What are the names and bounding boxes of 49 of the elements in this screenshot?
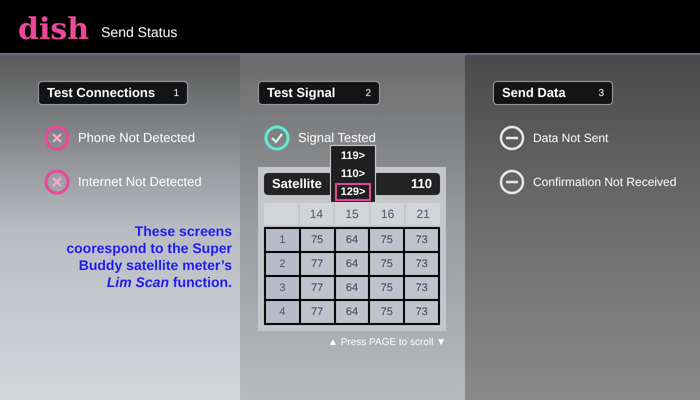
dropdown-option[interactable]: 119>	[334, 147, 372, 165]
step-number: 3	[598, 86, 604, 100]
scroll-hint: ▲ Press PAGE to scroll ▼	[327, 336, 446, 350]
column-header: 14	[300, 203, 334, 225]
logo: dish	[18, 15, 90, 45]
table-cell: 64	[336, 301, 368, 323]
table-cell: 73	[405, 277, 438, 299]
error-x-icon	[44, 169, 70, 195]
satellite-value: 110	[411, 175, 432, 194]
status-label: Data Not Sent	[533, 130, 608, 147]
table-cell: 73	[405, 301, 438, 323]
table-cell: 75	[370, 301, 404, 323]
step-number: 2	[365, 86, 371, 100]
step-number: 1	[173, 86, 179, 100]
table-cell: 73	[405, 229, 438, 251]
satellite-label: Satellite	[272, 175, 322, 194]
row-header: 1	[266, 229, 299, 251]
section-title: Test Connections	[47, 84, 156, 102]
status-label: Phone Not Detected	[78, 129, 196, 148]
column-header: 15	[335, 203, 369, 225]
table-cell: 73	[405, 253, 438, 275]
section-title: Send Data	[502, 84, 566, 102]
table-cell: 64	[336, 229, 368, 251]
table-cell: 77	[300, 277, 334, 299]
table-cell: 75	[370, 253, 404, 275]
status-label: Confirmation Not Received	[533, 174, 676, 191]
section-title: Test Signal	[267, 84, 336, 102]
status-label: Signal Tested	[298, 129, 376, 148]
checkmark-icon	[264, 125, 290, 151]
table-cell: 77	[300, 301, 334, 323]
page-title: Send Status	[101, 23, 178, 42]
error-x-icon	[44, 125, 70, 151]
row-header: 3	[266, 277, 299, 299]
table-cell: 64	[336, 277, 368, 299]
row-header: 4	[266, 301, 299, 323]
row-header: 2	[266, 253, 299, 275]
table-cell: 75	[300, 229, 334, 251]
dropdown-option[interactable]: 110>	[334, 165, 372, 183]
dropdown-option[interactable]: 129>	[334, 183, 372, 201]
minus-circle-icon	[499, 125, 525, 151]
table-cell: 64	[336, 253, 368, 275]
table-cell: 75	[370, 229, 404, 251]
status-label: Internet Not Detected	[78, 173, 202, 192]
table-cell: 75	[370, 277, 404, 299]
table-cell: 77	[300, 253, 334, 275]
column-header: 21	[406, 203, 440, 225]
minus-circle-icon	[499, 169, 525, 195]
annotation-text: These screens coorespond to the Super Buddy satellite meter’s Lim Scan function.	[65, 223, 232, 291]
column-header: 16	[370, 203, 404, 225]
